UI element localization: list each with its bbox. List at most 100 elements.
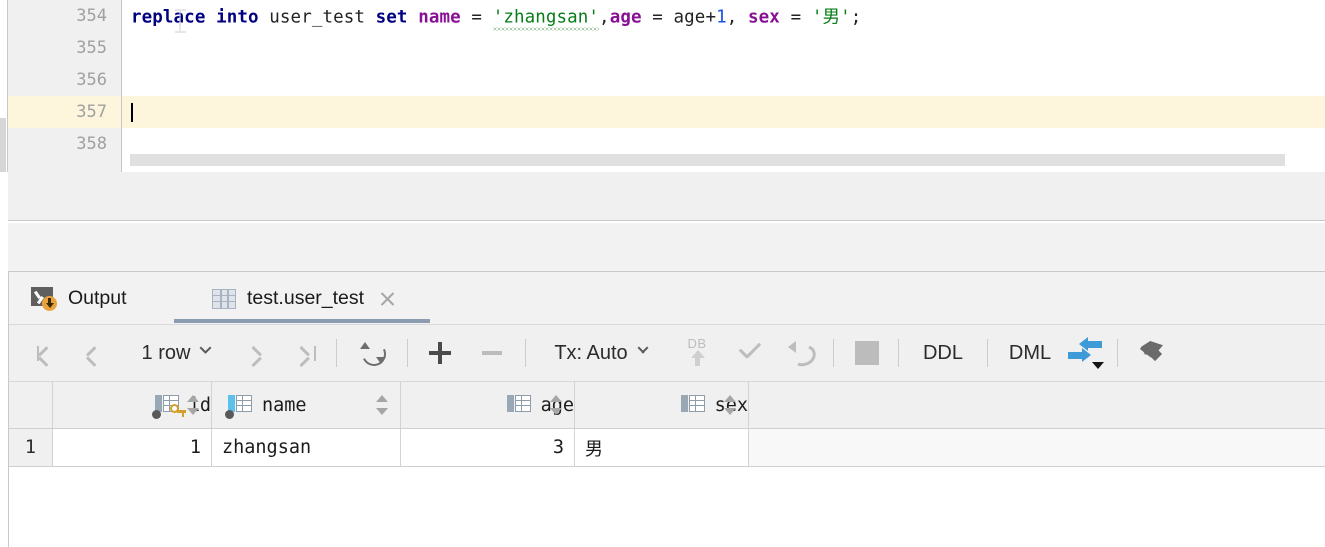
add-row-button[interactable] — [417, 325, 463, 381]
code-area[interactable]: replace into user_test set name = 'zhang… — [122, 0, 1325, 172]
tab-output-label: Output — [68, 287, 127, 309]
table-grid-icon — [212, 288, 236, 309]
tab-table-label: test.user_test — [247, 287, 365, 309]
tab-test-user-test[interactable]: test.user_test — [212, 272, 397, 325]
close-icon[interactable] — [377, 289, 397, 309]
tool-window-tabs: Output test.user_test — [9, 272, 1325, 325]
indexed-column-icon — [225, 394, 254, 419]
rollback-button[interactable] — [778, 325, 824, 381]
prev-page-button[interactable] — [77, 325, 119, 381]
chevron-down-icon[interactable] — [198, 346, 212, 360]
column-header-label: name — [262, 394, 307, 416]
column-header-id[interactable]: id — [53, 382, 212, 428]
revert-icon — [787, 340, 819, 370]
editor-lower-filler — [8, 172, 1325, 220]
line-number-current: 357 — [76, 102, 107, 122]
cell-name[interactable]: zhangsan — [212, 429, 401, 466]
toolbar-separator — [407, 339, 408, 367]
transaction-mode-label: Tx: Auto — [554, 341, 628, 364]
pin-icon — [1136, 338, 1166, 368]
database-tool-window: Output test.user_test 1 row Tx: Auto DB … — [0, 271, 1325, 547]
text-cursor-pointer — [175, 9, 186, 33]
import-export-icon — [1068, 337, 1104, 369]
chevron-down-icon[interactable] — [636, 346, 650, 360]
sort-toggle-icon[interactable] — [186, 395, 199, 415]
toolbar-separator — [833, 339, 834, 367]
editor-horizontal-scrollbar[interactable] — [122, 152, 1325, 168]
sort-toggle-icon[interactable] — [375, 395, 388, 415]
toolbar-separator — [898, 339, 899, 367]
line-number: 356 — [76, 70, 107, 90]
column-icon — [680, 394, 707, 416]
ide-window: 353 354 355 356 357 358 replace into use… — [0, 0, 1325, 547]
code-line[interactable] — [122, 64, 1325, 96]
delete-row-button[interactable] — [469, 325, 515, 381]
prev-page-icon — [85, 342, 109, 367]
line-number: 354 — [76, 6, 107, 26]
sort-toggle-icon[interactable] — [723, 395, 736, 415]
dml-button[interactable]: DML — [994, 325, 1066, 381]
toolbar-separator — [987, 339, 988, 367]
last-page-icon — [294, 342, 316, 367]
active-tab-indicator — [174, 319, 430, 323]
tool-window-left-rail — [0, 271, 9, 547]
refresh-icon — [358, 338, 390, 370]
sort-toggle-icon[interactable] — [549, 395, 562, 415]
code-line-current[interactable] — [122, 96, 1325, 128]
gutter-row: 358 — [8, 128, 121, 160]
cell-age[interactable]: 3 — [401, 429, 575, 466]
divider — [9, 466, 1325, 467]
code-line[interactable] — [122, 32, 1325, 64]
import-export-button[interactable] — [1061, 325, 1109, 381]
pin-tab-button[interactable] — [1127, 325, 1175, 381]
column-header-sex[interactable]: sex — [575, 382, 749, 428]
gutter-row-current: 357 — [8, 96, 121, 128]
ddl-button[interactable]: DDL — [907, 325, 979, 381]
sql-statement: replace into user_test set name = 'zhang… — [131, 4, 861, 29]
row-count-display[interactable]: 1 row — [127, 325, 227, 381]
stop-button[interactable] — [845, 325, 889, 381]
gutter-row: 356 — [8, 64, 121, 96]
next-page-icon — [244, 342, 266, 367]
table-row[interactable]: 1 1 zhangsan 3 男 — [9, 429, 1325, 466]
stop-icon — [855, 341, 879, 365]
first-page-icon — [37, 342, 59, 367]
cell-id[interactable]: 1 — [53, 429, 212, 466]
primary-key-column-icon — [151, 394, 186, 419]
last-page-button[interactable] — [284, 325, 326, 381]
gutter-row: 355 — [8, 32, 121, 64]
panel-gap-band — [0, 223, 1325, 271]
line-number: 355 — [76, 38, 107, 58]
editor-left-edge — [0, 0, 8, 172]
db-upload-icon: DB — [683, 336, 711, 368]
row-number-cell: 1 — [9, 429, 53, 466]
console-icon — [31, 286, 57, 311]
submit-to-database-button[interactable]: DB — [674, 325, 720, 381]
toolbar-separator — [1117, 339, 1118, 367]
cell-sex[interactable]: 男 — [575, 429, 749, 466]
sql-editor[interactable]: 353 354 355 356 357 358 replace into use… — [0, 0, 1325, 172]
row-number-header — [9, 382, 53, 428]
next-page-button[interactable] — [234, 325, 276, 381]
column-icon — [506, 394, 533, 416]
line-number: 358 — [76, 134, 107, 154]
column-header-name[interactable]: name — [212, 382, 401, 428]
ddl-label: DDL — [922, 341, 963, 364]
line-number-gutter: 353 354 355 356 357 358 — [8, 0, 122, 172]
editor-left-nub — [0, 118, 6, 172]
minus-icon — [479, 340, 505, 366]
transaction-mode-selector[interactable]: Tx: Auto — [537, 325, 667, 381]
reload-button[interactable] — [349, 325, 397, 381]
grid-header-row: id name age sex — [9, 382, 1325, 429]
row-filler — [749, 429, 1325, 466]
result-data-grid[interactable]: id name age sex 1 1 zhangsan 3 男 — [9, 382, 1325, 547]
tab-output[interactable]: Output — [31, 272, 127, 325]
first-page-button[interactable] — [27, 325, 69, 381]
toolbar-separator — [336, 339, 337, 367]
grid-toolbar: 1 row Tx: Auto DB DDL DML — [9, 325, 1325, 381]
commit-button[interactable] — [726, 325, 772, 381]
column-header-age[interactable]: age — [401, 382, 575, 428]
code-line-sql[interactable]: replace into user_test set name = 'zhang… — [122, 0, 1325, 33]
scrollbar-thumb[interactable] — [130, 154, 1285, 166]
text-caret — [131, 103, 133, 122]
